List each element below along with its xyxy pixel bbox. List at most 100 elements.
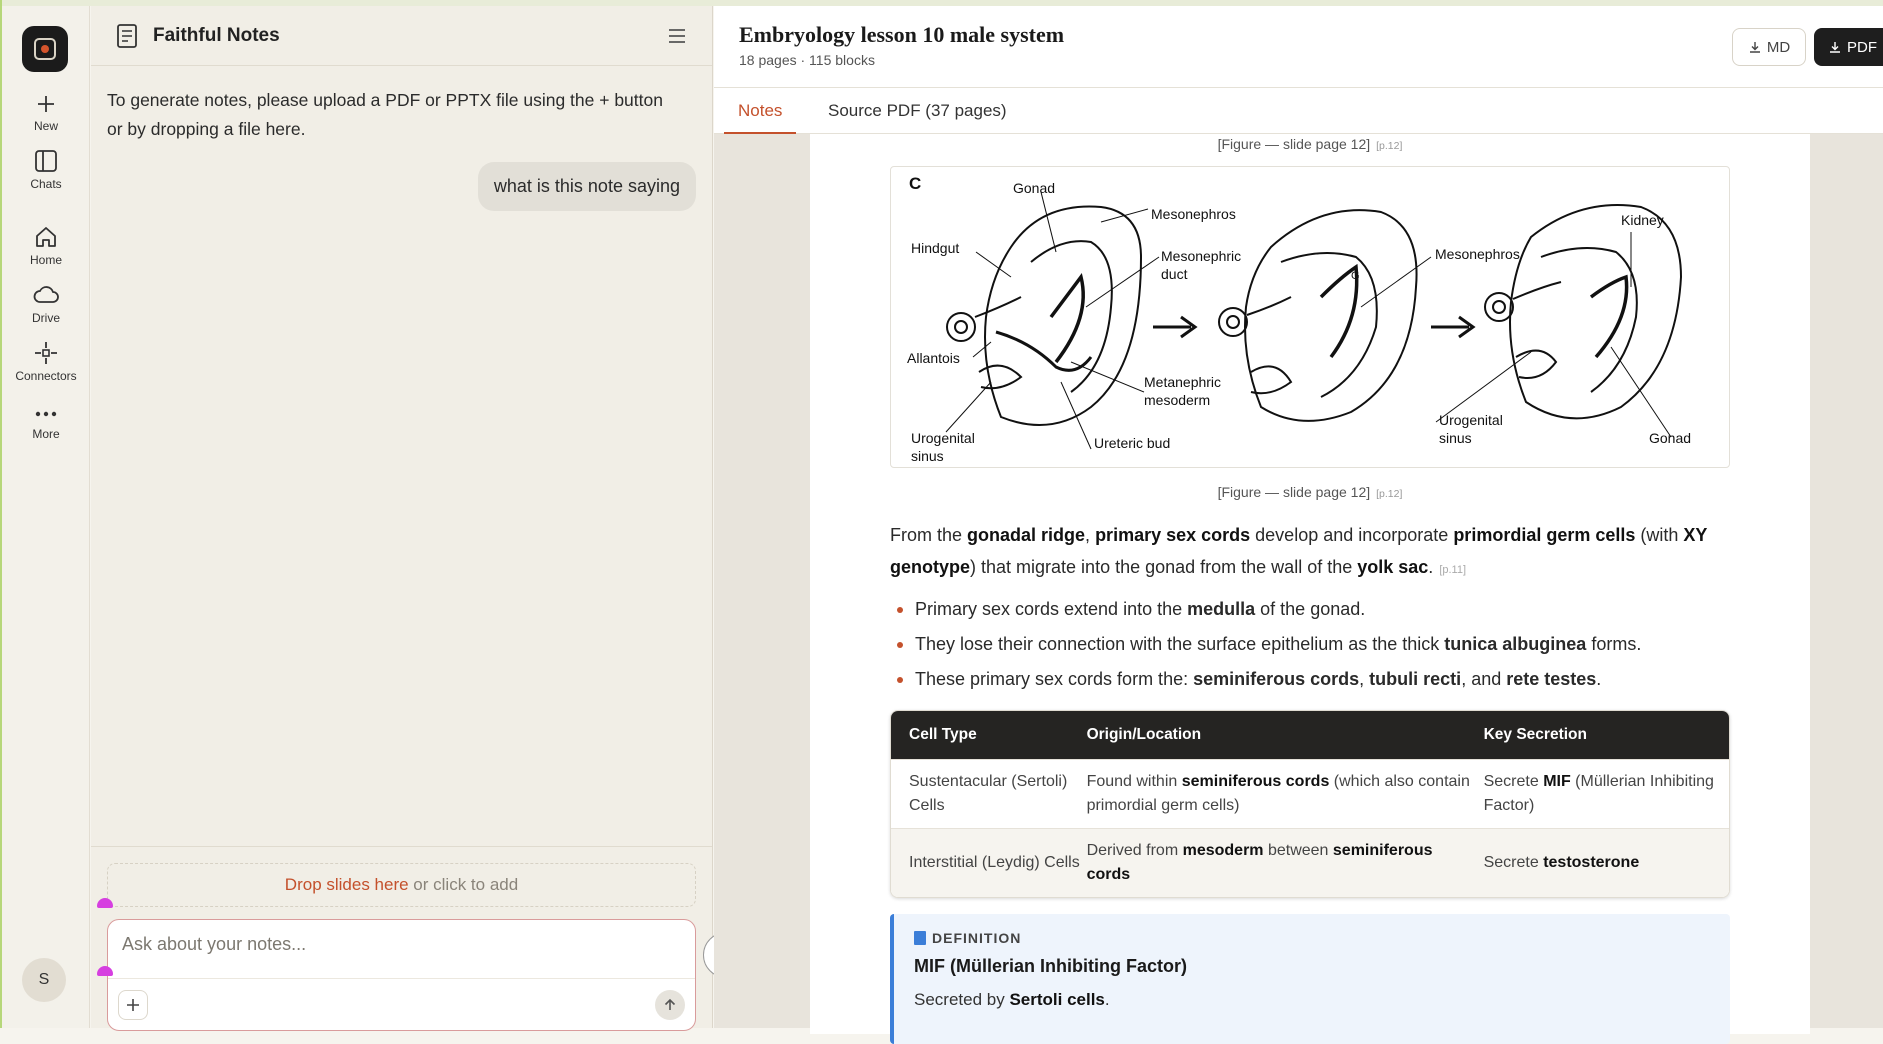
rail-item-connectors[interactable]: Connectors: [2, 340, 90, 383]
download-md-button[interactable]: MD: [1732, 28, 1806, 66]
caption-page: [p.12]: [1376, 140, 1403, 152]
label-urogenital-a-1: Urogenital: [911, 430, 975, 446]
user-avatar[interactable]: S: [22, 958, 66, 1002]
notes-page: [Figure — slide page 12] [p.12] C Gonad …: [810, 134, 1810, 1044]
bold-run: yolk sac: [1357, 557, 1429, 577]
rail-label: Home: [29, 253, 62, 267]
app-logo[interactable]: [22, 26, 68, 72]
download-icon: [1749, 42, 1760, 53]
plus-icon: [38, 96, 54, 112]
label-metanephric-2: mesoderm: [1144, 392, 1210, 408]
label-panel: C: [909, 174, 921, 193]
cloud-icon: [33, 286, 59, 303]
rail-label: Chats: [30, 177, 62, 191]
text-run: From the: [890, 525, 968, 545]
text-run: between: [1263, 842, 1333, 859]
send-button[interactable]: [655, 990, 685, 1020]
text-run: .: [1428, 557, 1434, 577]
figure-caption-top: [Figure — slide page 12] [p.12]: [810, 136, 1810, 152]
label-gonad: Gonad: [1013, 180, 1055, 196]
table-header-cell: Cell Type: [909, 726, 977, 743]
more-dots-icon: [35, 411, 57, 417]
plus-icon: [127, 999, 139, 1011]
ask-divider: [108, 978, 695, 979]
caption-text: [Figure — slide page 12]: [1217, 136, 1371, 152]
tab-notes[interactable]: Notes: [724, 88, 797, 134]
label-ureteric-bud: Ureteric bud: [1094, 435, 1170, 451]
embryo-diagram: C Gonad Mesonephros Hindgut Mesonephric …: [907, 174, 1691, 464]
text-run: Primary sex cords extend into the: [915, 599, 1188, 619]
label-mesonephric-duct-1: Mesonephric: [1161, 248, 1241, 264]
text-run: Found within: [1086, 773, 1182, 790]
resize-handle-bottom[interactable]: [97, 966, 113, 976]
rail-item-more[interactable]: More: [2, 404, 90, 441]
notes-paragraph: From the gonadal ridge, primary sex cord…: [890, 519, 1730, 586]
table-header-cell: Origin/Location: [1086, 726, 1202, 743]
label-g: G: [1351, 270, 1360, 282]
table-cell: Found within seminiferous cords (which a…: [1087, 760, 1484, 828]
bullet-list: Primary sex cords extend into the medull…: [890, 592, 1730, 697]
rail-label: More: [32, 427, 60, 441]
list-item: These primary sex cords form the: semini…: [890, 662, 1730, 697]
bold-run: tunica albuginea: [1444, 634, 1587, 654]
label-urogenital-b-2: sinus: [1439, 430, 1472, 446]
user-message-bubble: what is this note saying: [477, 162, 696, 211]
caption-text: [Figure — slide page 12]: [1217, 484, 1371, 500]
label-urogenital-a-2: sinus: [911, 448, 944, 464]
ask-box: [107, 919, 696, 1031]
rail-item-drive[interactable]: Drive: [2, 282, 90, 325]
definition-label: DEFINITION: [914, 930, 1021, 946]
download-pdf-button[interactable]: PDF: [1814, 28, 1883, 66]
table-header-row: Cell Type Origin/Location Key Secretion: [891, 711, 1729, 759]
text-run: of the gonad.: [1255, 599, 1366, 619]
bold-run: primary sex cords: [1095, 525, 1251, 545]
bold-run: testosterone: [1543, 854, 1640, 871]
definition-text: Secreted by Sertoli cells.: [914, 990, 1110, 1010]
table-cell: Sustentacular (Sertoli) Cells: [909, 773, 1068, 814]
logo-icon: [34, 38, 56, 60]
bold-run: Sertoli cells: [1009, 990, 1105, 1009]
chat-title: Faithful Notes: [153, 24, 280, 46]
attach-button[interactable]: [118, 990, 148, 1020]
bold-run: seminiferous cords: [1193, 669, 1360, 689]
text-run: Secreted by: [914, 990, 1010, 1009]
table-row: Sustentacular (Sertoli) Cells Found with…: [891, 759, 1729, 828]
system-message: To generate notes, please upload a PDF o…: [107, 90, 663, 139]
definition-term: MIF (Müllerian Inhibiting Factor): [914, 956, 1187, 976]
hamburger-menu-icon[interactable]: [666, 27, 688, 45]
chat-header: Faithful Notes: [91, 6, 712, 66]
book-icon: [914, 931, 926, 945]
rail-item-home[interactable]: Home: [2, 224, 90, 267]
rail-item-new[interactable]: New: [2, 92, 90, 133]
text-run: ,: [1359, 669, 1370, 689]
ask-input[interactable]: [122, 934, 662, 955]
document-pane: Embryology lesson 10 male system 18 page…: [714, 6, 1883, 1044]
figure-caption: [Figure — slide page 12] [p.12]: [810, 484, 1810, 500]
drop-zone-accent: Drop slides here: [284, 875, 409, 894]
list-item: Primary sex cords extend into the medull…: [890, 592, 1730, 627]
resize-handle-top[interactable]: [97, 898, 113, 908]
figure-image: C Gonad Mesonephros Hindgut Mesonephric …: [890, 166, 1730, 468]
rail-label: New: [33, 119, 58, 133]
bold-run: gonadal ridge: [967, 525, 1086, 545]
rail-item-chats[interactable]: Chats: [2, 148, 90, 191]
app-rail: New Chats Home Drive Connectors More S: [2, 6, 90, 1028]
download-md-label: MD: [1766, 38, 1791, 56]
tab-source-pdf[interactable]: Source PDF (37 pages): [814, 88, 1021, 134]
panel-icon: [35, 150, 57, 172]
caption-page: [p.12]: [1376, 488, 1403, 500]
text-run: ,: [1085, 525, 1096, 545]
arrow-up-icon: [664, 998, 676, 1010]
text-run: , and: [1461, 669, 1507, 689]
text-run: (with: [1635, 525, 1684, 545]
drop-zone-rest: or click to add: [408, 875, 519, 894]
download-pdf-label: PDF: [1847, 38, 1877, 56]
page-ref: [p.11]: [1439, 564, 1467, 576]
document-header: Embryology lesson 10 male system 18 page…: [714, 6, 1883, 88]
chat-composer-area: Drop slides here or click to add: [91, 846, 712, 1031]
table-cell: Secrete testosterone: [1484, 841, 1729, 885]
text-run: These primary sex cords form the:: [915, 669, 1194, 689]
definition-label-text: DEFINITION: [932, 930, 1022, 946]
drop-zone[interactable]: Drop slides here or click to add: [107, 863, 696, 907]
connectors-icon: [35, 342, 57, 364]
